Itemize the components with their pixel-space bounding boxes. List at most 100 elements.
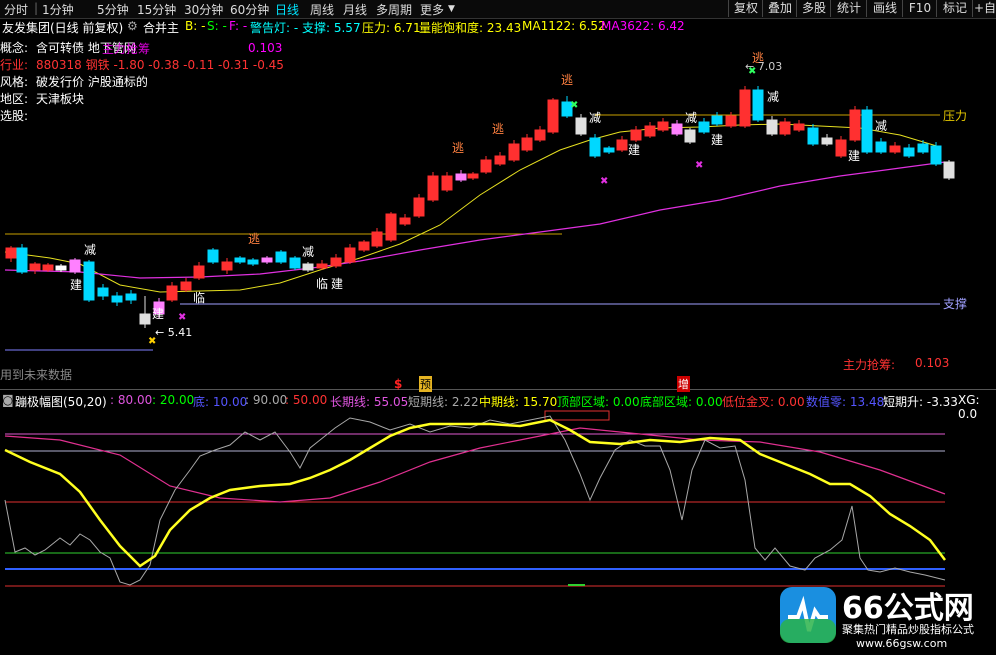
low-golden-cross-value: 低位金叉: 0.00	[722, 395, 805, 409]
candle	[5, 247, 17, 259]
custom-button[interactable]: +自	[972, 0, 996, 17]
watermark-url: www.66gsw.com	[856, 637, 948, 650]
logo-icon	[780, 587, 836, 643]
signal-escape: 逃	[452, 141, 464, 155]
candle	[221, 261, 233, 271]
indicator-header: ◙ 蹦极幅图(50,20) : 80.00 : 20.00 底: 10.00 :…	[0, 392, 996, 421]
chevron-down-icon[interactable]: ▼	[448, 4, 455, 14]
candle	[494, 155, 506, 165]
candle	[521, 137, 533, 151]
signal-build: 建	[70, 278, 82, 292]
candle	[261, 257, 273, 263]
period-tab-more[interactable]: 更多	[420, 1, 444, 18]
candle	[930, 145, 942, 165]
b-value: B: -	[185, 19, 206, 33]
candle	[889, 145, 901, 153]
period-tab-30min[interactable]: 30分钟	[184, 1, 223, 18]
signal-build: 建	[152, 307, 164, 321]
candle	[603, 147, 615, 153]
draw-line-button[interactable]: 画线	[866, 0, 903, 17]
candlestick-chart[interactable]: 减建建临逃减临 建逃逃逃减建减建逃减减建压力支撑← 5.41← 7.03✖✖✖✖✖…	[0, 36, 996, 388]
candle	[875, 141, 887, 153]
candle	[835, 139, 847, 157]
top-zone-box	[544, 410, 610, 421]
candle	[508, 143, 520, 161]
candle	[125, 293, 137, 301]
ma3622-line	[4, 161, 946, 279]
candle	[739, 89, 751, 127]
period-tab-week[interactable]: 周线	[310, 1, 334, 18]
main-force-value: 0.103	[915, 356, 950, 370]
candle	[480, 159, 492, 173]
value-zero: 数值零: 13.48	[806, 395, 885, 409]
settings-gear-icon[interactable]: ⚙	[127, 19, 138, 33]
candle	[807, 127, 819, 145]
candle	[657, 121, 669, 131]
pane-divider[interactable]	[0, 389, 996, 390]
candle	[630, 129, 642, 141]
cross-marker: ✖	[148, 336, 156, 347]
stock-title: 友发集团(日线 前复权)	[2, 21, 124, 35]
bottom-zone-value: 底部区域: 0.00	[640, 395, 723, 409]
candle	[180, 281, 192, 291]
candle	[289, 257, 301, 269]
period-tab-1min[interactable]: 1分钟	[42, 1, 74, 18]
candle	[97, 287, 109, 297]
mark-button[interactable]: 标记	[936, 0, 973, 17]
candle	[207, 249, 219, 263]
candle	[344, 247, 356, 263]
candle	[821, 137, 833, 145]
indicator-name[interactable]: 蹦极幅图(50,20)	[15, 393, 107, 410]
level-80: : 80.00	[110, 393, 153, 407]
cross-marker: ✖	[695, 160, 703, 171]
overlay-button[interactable]: 叠加	[762, 0, 797, 17]
watermark-slogan: 聚集热门精品炒股指标公式	[842, 623, 974, 636]
level-50: : 50.00	[285, 393, 328, 407]
period-tab-multi[interactable]: 多周期	[376, 1, 412, 18]
candle	[547, 99, 559, 133]
candle	[275, 251, 287, 263]
main-chart-header: 友发集团(日线 前复权) ⚙ 合并主 B: - S: - F: - 警告灯: -…	[0, 18, 996, 36]
candle	[671, 123, 683, 135]
signal-escape: 逃	[561, 73, 573, 87]
signal-build: 建	[848, 149, 860, 163]
period-tab-fenshi[interactable]: 分时	[4, 1, 28, 18]
level-20: : 20.00	[152, 393, 195, 407]
candle	[589, 137, 601, 157]
mid-term-line	[4, 418, 946, 568]
level-bottom: 底: 10.00	[193, 395, 248, 409]
period-tab-day[interactable]: 日线	[275, 1, 299, 18]
candle	[793, 123, 805, 131]
period-tab-60min[interactable]: 60分钟	[230, 1, 269, 18]
indicator-settings-icon[interactable]: ◙	[2, 393, 14, 407]
candle	[441, 175, 453, 191]
long-term-line	[4, 427, 946, 503]
period-tab-5min[interactable]: 5分钟	[97, 1, 129, 18]
marker-zeng: 增	[677, 376, 690, 392]
multi-stock-button[interactable]: 多股	[796, 0, 831, 17]
s-value: S: -	[207, 19, 227, 33]
future-data-note: 用到未来数据	[0, 368, 73, 382]
statistics-button[interactable]: 统计	[830, 0, 867, 17]
main-force-label: 主力抢筹:	[843, 358, 896, 372]
merge-main-label[interactable]: 合并主	[143, 19, 179, 36]
ma1122-line	[4, 123, 941, 293]
period-tab-month[interactable]: 月线	[343, 1, 367, 18]
candle	[302, 263, 314, 271]
candle	[55, 265, 67, 271]
restore-right-button[interactable]: 复权	[728, 0, 763, 17]
alarm-value: 警告灯: -	[250, 21, 299, 35]
candle	[861, 109, 873, 153]
candle	[616, 139, 628, 151]
cross-marker: ✖	[600, 176, 608, 187]
short-term-line	[4, 415, 946, 586]
candle	[903, 147, 915, 157]
signal-jian: 减	[767, 90, 779, 104]
candle	[166, 285, 178, 301]
signal-jian: 减	[589, 111, 601, 125]
signal-build: 建	[628, 143, 640, 157]
marker-yu: 预	[419, 376, 432, 392]
period-tab-15min[interactable]: 15分钟	[137, 1, 176, 18]
f10-button[interactable]: F10	[902, 0, 937, 17]
top-zone-value: 顶部区域: 0.00	[557, 395, 640, 409]
